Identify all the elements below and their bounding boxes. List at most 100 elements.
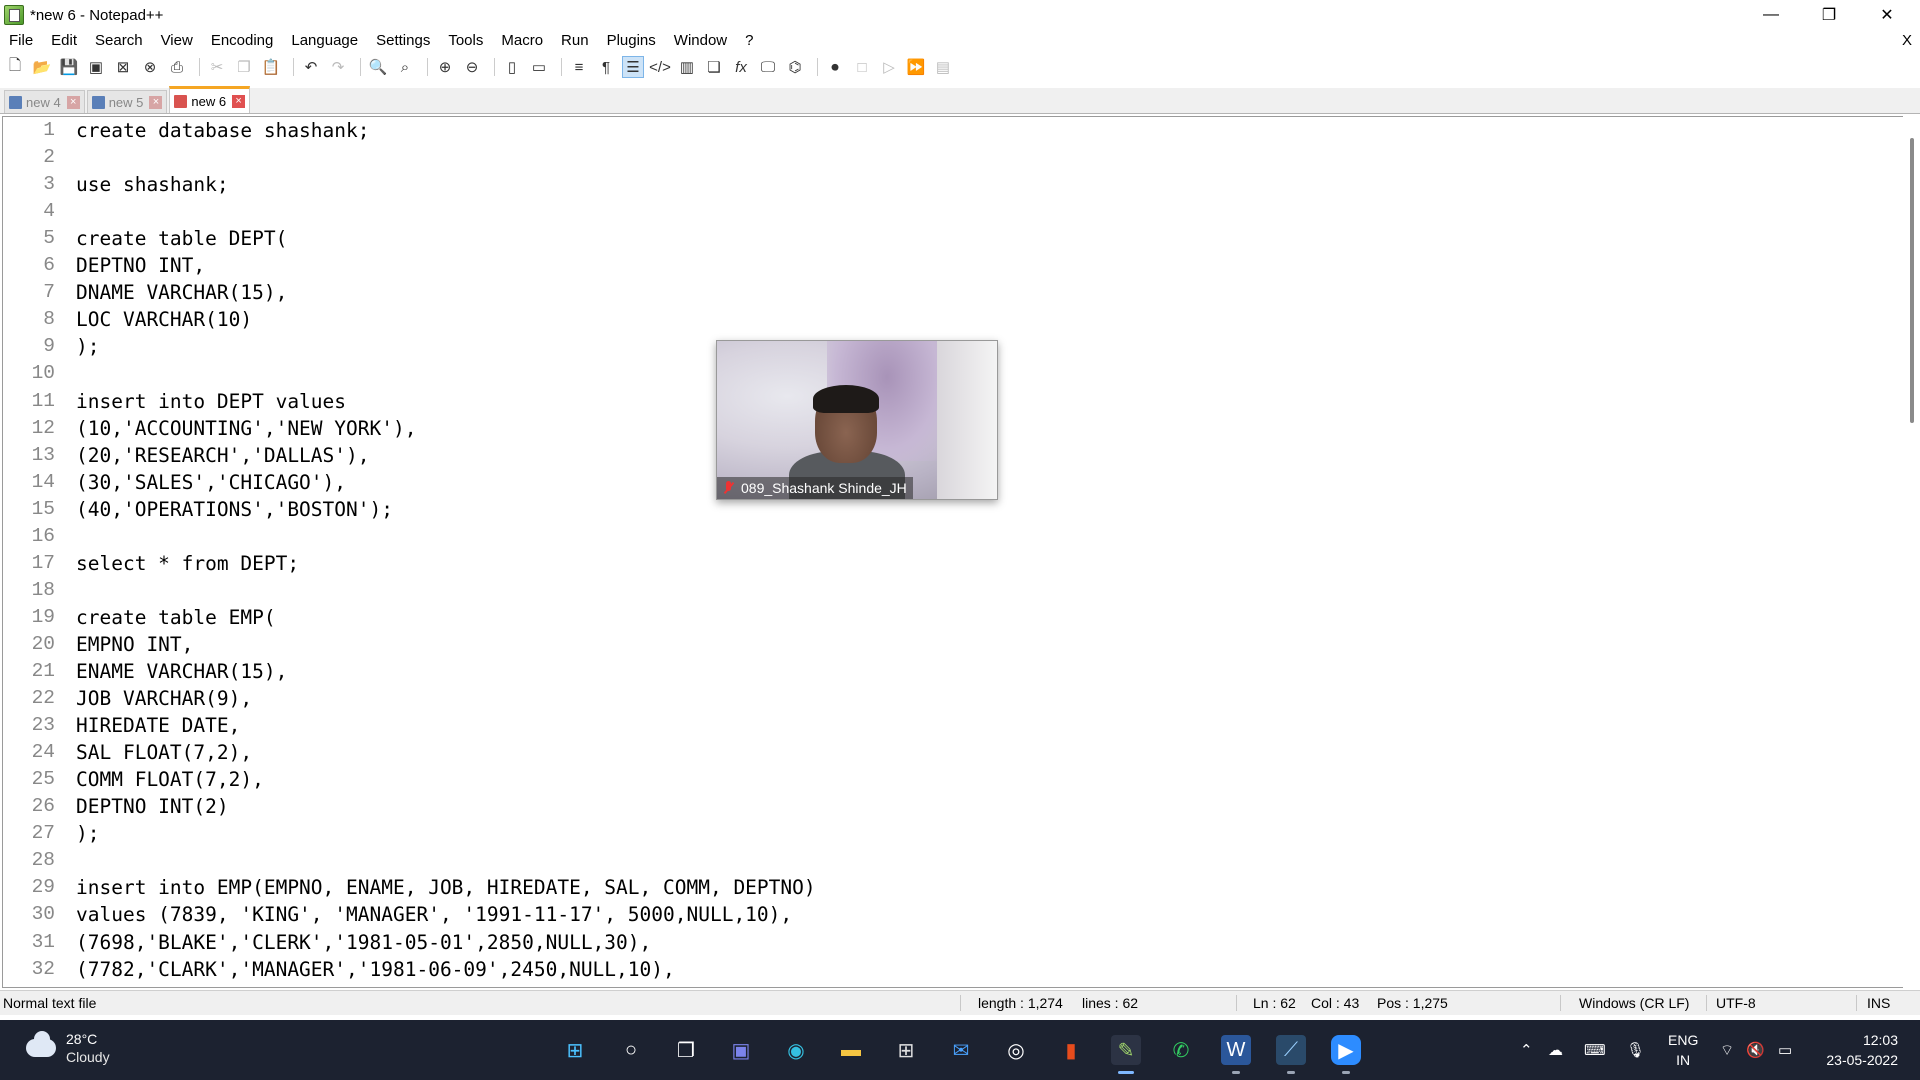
code-line[interactable]: SAL FLOAT(7,2), bbox=[76, 741, 252, 764]
menu-window[interactable]: Window bbox=[665, 30, 736, 52]
restore-button[interactable]: ❐ bbox=[1806, 0, 1852, 30]
copy-icon[interactable]: ❐ bbox=[233, 56, 255, 78]
code-line[interactable]: (10,'ACCOUNTING','NEW YORK'), bbox=[76, 417, 416, 440]
battery-icon[interactable]: ▭ bbox=[1778, 1020, 1792, 1080]
whatsapp-icon[interactable]: ✆ bbox=[1166, 1035, 1196, 1065]
code-line[interactable]: create table DEPT( bbox=[76, 227, 287, 250]
zoom-icon[interactable]: ▶ bbox=[1331, 1035, 1361, 1074]
tab-close-icon[interactable]: × bbox=[66, 95, 80, 109]
indent-guide-icon[interactable]: ☰ bbox=[622, 56, 644, 78]
document-map-icon[interactable]: ▥ bbox=[676, 56, 698, 78]
save-macro-icon[interactable]: ▤ bbox=[932, 56, 954, 78]
fx-icon[interactable]: fx bbox=[730, 56, 752, 78]
tab-close-icon[interactable]: × bbox=[149, 95, 163, 109]
menu-run[interactable]: Run bbox=[552, 30, 598, 52]
menu-macro[interactable]: Macro bbox=[492, 30, 552, 52]
find-icon[interactable]: 🔍 bbox=[367, 56, 389, 78]
start-button-icon[interactable]: ⊞ bbox=[560, 1035, 590, 1065]
task-view-icon[interactable]: ❐ bbox=[671, 1035, 701, 1065]
code-line[interactable]: use shashank; bbox=[76, 173, 229, 196]
cut-icon[interactable]: ✂ bbox=[206, 56, 228, 78]
code-line[interactable]: ENAME VARCHAR(15), bbox=[76, 660, 287, 683]
search-icon[interactable]: ○ bbox=[616, 1035, 646, 1065]
mysql-workbench-icon[interactable]: ⟋ bbox=[1276, 1035, 1306, 1074]
office-icon[interactable]: ▮ bbox=[1056, 1035, 1086, 1065]
save-icon[interactable]: 💾 bbox=[58, 56, 80, 78]
code-line[interactable]: (20,'RESEARCH','DALLAS'), bbox=[76, 444, 370, 467]
dell-icon[interactable]: ◎ bbox=[1001, 1035, 1031, 1065]
code-line[interactable]: insert into DEPT values bbox=[76, 390, 346, 413]
edge-browser-icon[interactable]: ◉ bbox=[781, 1035, 811, 1065]
word-wrap-icon[interactable]: ≡ bbox=[568, 56, 590, 78]
menu-help[interactable]: ? bbox=[736, 30, 762, 52]
redo-icon[interactable]: ↷ bbox=[327, 56, 349, 78]
code-line[interactable]: HIREDATE DATE, bbox=[76, 714, 240, 737]
monitor-icon[interactable]: 🖵 bbox=[757, 56, 779, 78]
code-line[interactable]: ); bbox=[76, 335, 99, 358]
file-explorer-icon[interactable]: ▬ bbox=[836, 1035, 866, 1065]
save-all-icon[interactable]: ▣ bbox=[85, 56, 107, 78]
chat-icon[interactable]: ▣ bbox=[726, 1035, 756, 1065]
onedrive-icon[interactable]: ☁ bbox=[1548, 1020, 1563, 1080]
menu-edit[interactable]: Edit bbox=[42, 30, 86, 52]
status-insert-mode[interactable]: INS bbox=[1867, 991, 1890, 1015]
weather-widget[interactable]: 28°C Cloudy bbox=[26, 1030, 110, 1066]
language-indicator[interactable]: ENG IN bbox=[1668, 1030, 1698, 1070]
code-line[interactable]: COMM FLOAT(7,2), bbox=[76, 768, 264, 791]
code-line[interactable]: EMPNO INT, bbox=[76, 633, 193, 656]
code-line[interactable]: DEPTNO INT, bbox=[76, 254, 205, 277]
code-line[interactable]: JOB VARCHAR(9), bbox=[76, 687, 252, 710]
xml-tag-icon[interactable]: </> bbox=[649, 56, 671, 78]
code-line[interactable]: ); bbox=[76, 822, 99, 845]
tab-new-4[interactable]: new 4 × bbox=[4, 90, 85, 113]
menu-tools[interactable]: Tools bbox=[439, 30, 492, 52]
open-file-icon[interactable]: 📂 bbox=[31, 56, 53, 78]
wifi-icon[interactable]: ⌔ bbox=[1720, 1020, 1734, 1080]
notepad-plus-plus-taskbar-icon[interactable]: ✎ bbox=[1111, 1035, 1141, 1074]
code-line[interactable]: (30,'SALES','CHICAGO'), bbox=[76, 471, 346, 494]
close-icon[interactable]: ⊠ bbox=[112, 56, 134, 78]
play-macro-icon[interactable]: ▷ bbox=[878, 56, 900, 78]
mail-icon[interactable]: ✉ bbox=[946, 1035, 976, 1065]
code-line[interactable]: (7698,'BLAKE','CLERK','1981-05-01',2850,… bbox=[76, 931, 651, 954]
code-line[interactable]: DEPTNO INT(2) bbox=[76, 795, 229, 818]
speaker-muted-icon[interactable]: 🔇 bbox=[1746, 1020, 1765, 1080]
undo-icon[interactable]: ↶ bbox=[300, 56, 322, 78]
minimize-button[interactable]: — bbox=[1748, 0, 1794, 30]
word-icon[interactable]: W bbox=[1221, 1035, 1251, 1074]
code-line[interactable]: create table EMP( bbox=[76, 606, 276, 629]
menu-encoding[interactable]: Encoding bbox=[202, 30, 283, 52]
code-line[interactable]: select * from DEPT; bbox=[76, 552, 299, 575]
code-line[interactable]: (7782,'CLARK','MANAGER','1981-06-09',245… bbox=[76, 958, 675, 981]
new-file-icon[interactable]: 🗋 bbox=[4, 56, 26, 78]
sync-horizontal-icon[interactable]: ▭ bbox=[528, 56, 550, 78]
function-list-icon[interactable]: ❏ bbox=[703, 56, 725, 78]
show-all-chars-icon[interactable]: ¶ bbox=[595, 56, 617, 78]
sync-vertical-icon[interactable]: ▯ bbox=[501, 56, 523, 78]
paste-icon[interactable]: 📋 bbox=[260, 56, 282, 78]
replace-icon[interactable]: ⌕ bbox=[394, 56, 416, 78]
stop-macro-icon[interactable]: □ bbox=[851, 56, 873, 78]
code-editor[interactable]: 1 2 3 4 5 6 7 8 9 10 11 12 13 14 15 16 17 18 19 20 21 22 23 24 2… bbox=[2, 116, 1918, 988]
menu-settings[interactable]: Settings bbox=[367, 30, 439, 52]
tab-new-6[interactable]: new 6 × bbox=[169, 86, 251, 113]
print-icon[interactable]: ⎙ bbox=[166, 56, 188, 78]
vertical-scrollbar[interactable] bbox=[1903, 116, 1920, 988]
system-clock[interactable]: 12:03 23-05-2022 bbox=[1826, 1030, 1898, 1070]
zoom-in-icon[interactable]: ⊕ bbox=[434, 56, 456, 78]
menu-search[interactable]: Search bbox=[86, 30, 152, 52]
menu-plugins[interactable]: Plugins bbox=[598, 30, 665, 52]
close-document-button[interactable]: X bbox=[1902, 30, 1912, 52]
code-line[interactable]: DNAME VARCHAR(15), bbox=[76, 281, 287, 304]
zoom-out-icon[interactable]: ⊖ bbox=[461, 56, 483, 78]
record-macro-icon[interactable]: ⏺ bbox=[824, 56, 846, 78]
close-all-icon[interactable]: ⊗ bbox=[139, 56, 161, 78]
tab-new-5[interactable]: new 5 × bbox=[86, 90, 168, 113]
code-line[interactable]: values (7839, 'KING', 'MANAGER', '1991-1… bbox=[76, 903, 792, 926]
menu-view[interactable]: View bbox=[152, 30, 202, 52]
show-hidden-icons-icon[interactable]: ⌃ bbox=[1520, 1020, 1533, 1080]
menu-language[interactable]: Language bbox=[282, 30, 367, 52]
scrollbar-thumb[interactable] bbox=[1910, 138, 1914, 423]
code-line[interactable]: (40,'OPERATIONS','BOSTON'); bbox=[76, 498, 393, 521]
code-line[interactable]: LOC VARCHAR(10) bbox=[76, 308, 252, 331]
